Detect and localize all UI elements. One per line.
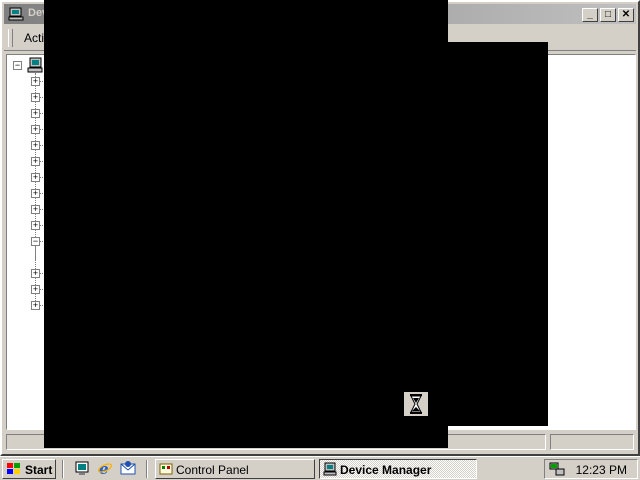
tree-expand-toggle[interactable]: +: [31, 189, 40, 198]
taskbar: Start e Control Panel Device Manager 12:…: [0, 456, 640, 480]
tree-connector: [35, 246, 36, 260]
tree-expand-toggle[interactable]: +: [31, 93, 40, 102]
tree-expand-toggle[interactable]: +: [31, 77, 40, 86]
tree-expand-toggle[interactable]: +: [31, 221, 40, 230]
tree-expand-toggle[interactable]: +: [31, 141, 40, 150]
tree-expand-toggle[interactable]: +: [31, 173, 40, 182]
unpainted-region: [44, 0, 448, 448]
task-control-panel[interactable]: Control Panel: [155, 459, 315, 479]
minimize-button[interactable]: _: [582, 8, 598, 22]
tree-collapse-toggle[interactable]: −: [31, 237, 40, 246]
network-icon[interactable]: [549, 461, 565, 477]
computer-icon: [27, 57, 43, 73]
system-tray: 12:23 PM: [544, 459, 638, 479]
start-label: Start: [25, 463, 53, 477]
desktop-icon[interactable]: [74, 460, 90, 476]
taskbar-separator: [62, 460, 64, 478]
svg-text:e: e: [99, 460, 109, 476]
clock[interactable]: 12:23 PM: [576, 463, 627, 477]
tree-expand-toggle[interactable]: +: [31, 269, 40, 278]
maximize-button[interactable]: □: [600, 8, 616, 22]
computer-icon: [323, 462, 337, 476]
tree-expand-toggle[interactable]: +: [31, 109, 40, 118]
windows-logo-icon: [7, 463, 20, 474]
unpainted-region-right: [448, 42, 548, 426]
tree-expand-toggle[interactable]: +: [31, 301, 40, 310]
control-panel-icon: [159, 463, 173, 475]
tree-expand-toggle[interactable]: +: [31, 205, 40, 214]
task-device-manager[interactable]: Device Manager: [319, 459, 477, 479]
task-label: Control Panel: [176, 463, 249, 477]
taskbar-separator: [146, 460, 148, 478]
start-button[interactable]: Start: [2, 459, 56, 479]
status-cell-secondary: [550, 434, 634, 450]
tree-expand-toggle[interactable]: +: [31, 157, 40, 166]
tree-expand-toggle[interactable]: +: [31, 285, 40, 294]
task-label: Device Manager: [340, 463, 432, 477]
toolbar-grip[interactable]: [8, 29, 13, 47]
root-collapse-toggle[interactable]: −: [13, 61, 22, 70]
close-button[interactable]: ✕: [618, 8, 634, 22]
computer-icon: [8, 7, 24, 21]
hourglass-cursor-icon: [404, 392, 428, 416]
outlook-express-icon[interactable]: [120, 460, 136, 476]
internet-explorer-icon[interactable]: e: [97, 460, 113, 476]
tree-expand-toggle[interactable]: +: [31, 125, 40, 134]
